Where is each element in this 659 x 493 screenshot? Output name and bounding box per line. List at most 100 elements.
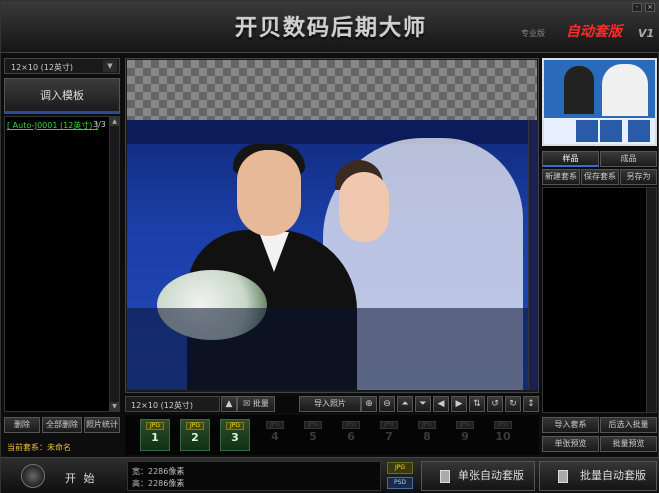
width-label: 宽：2286像素	[132, 467, 185, 476]
page-tile-5[interactable]: JPG 5	[298, 419, 328, 451]
psd-format-icon[interactable]: PSD	[387, 477, 413, 489]
page-number: 1	[151, 431, 159, 444]
list-item[interactable]: [ Auto-J0001 (12英寸) ]	[7, 120, 98, 131]
size-dropdown-value: 12×10 (12英寸)	[11, 63, 74, 72]
minimize-button[interactable]: -	[632, 3, 642, 12]
page-number: 5	[309, 430, 317, 443]
jpg-chip: JPG	[186, 422, 204, 430]
editing-canvas[interactable]	[125, 58, 539, 393]
page-tile-6[interactable]: JPG 6	[336, 419, 366, 451]
align-up-icon[interactable]: ⏶	[397, 396, 413, 412]
jpg-chip: JPG	[146, 422, 164, 430]
import-photo-button[interactable]: 导入照片	[299, 396, 361, 412]
new-set-button[interactable]: 新建套系	[542, 169, 580, 185]
wedding-photo[interactable]	[127, 120, 537, 390]
photo-stats-button[interactable]: 照片统计	[84, 417, 120, 433]
page-number: 9	[461, 430, 469, 443]
tab-finished[interactable]: 成品	[600, 151, 657, 167]
auto-layout-logo: 自动套版	[566, 24, 622, 40]
page-tile-2[interactable]: JPG 2	[180, 419, 210, 451]
rotate-right-icon[interactable]: ↻	[505, 396, 521, 412]
jpg-chip: JPG	[226, 422, 244, 430]
move-right-icon[interactable]: ▶	[451, 396, 467, 412]
photo-top-band	[127, 120, 537, 144]
page-tile-4[interactable]: JPG 4	[260, 419, 290, 451]
template-list: [ Auto-J0001 (12英寸) ] 3/3 ▲ ▼	[4, 116, 120, 412]
bottom-bar: 开 始 宽：2286像素 高：2286像素 JPG PSD 单张自动套版 批量自…	[1, 457, 659, 493]
list-item-count: 3/3	[93, 120, 106, 129]
app-window: 开贝数码后期大师 专业版 自动套版 V1 - × 12×10 (12英寸) ▼ …	[0, 0, 659, 493]
align-down-icon[interactable]: ⏷	[415, 396, 431, 412]
move-left-icon[interactable]: ◀	[433, 396, 449, 412]
up-arrow-icon[interactable]: ▲	[221, 396, 237, 412]
batch-auto-layout-button[interactable]: 批量自动套版	[539, 461, 657, 491]
page-tile-1[interactable]: JPG 1	[140, 419, 170, 451]
page-tile-3[interactable]: JPG 3	[220, 419, 250, 451]
page-tile-10[interactable]: JPG 10	[488, 419, 518, 451]
zoom-in-icon[interactable]: ⊕	[361, 396, 377, 412]
single-preview-button[interactable]: 单张预览	[542, 436, 599, 452]
page-tile-9[interactable]: JPG 9	[450, 419, 480, 451]
single-auto-layout-label: 单张自动套版	[458, 469, 524, 482]
page-number: 3	[231, 431, 239, 444]
reset-icon[interactable]: ↕	[523, 396, 539, 412]
current-set-label: 当前套系：未命名	[7, 443, 71, 452]
app-title: 开贝数码后期大师	[234, 15, 427, 41]
page-number: 2	[191, 431, 199, 444]
rotate-left-icon[interactable]: ↺	[487, 396, 503, 412]
page-number: 4	[271, 430, 279, 443]
jpg-chip: JPG	[342, 421, 360, 429]
start-icon[interactable]	[21, 464, 45, 488]
jpg-chip: JPG	[456, 421, 474, 429]
document-icon	[440, 470, 450, 483]
height-label: 高：2286像素	[132, 479, 185, 488]
set-list-scrollbar[interactable]	[646, 188, 656, 412]
delete-button[interactable]: 删除	[4, 417, 40, 433]
checkbox-icon: ☒	[243, 399, 251, 408]
photo-lower-shade	[127, 308, 537, 390]
single-auto-layout-button[interactable]: 单张自动套版	[421, 461, 535, 491]
jpg-chip: JPG	[494, 421, 512, 429]
output-dimensions: 宽：2286像素 高：2286像素	[127, 461, 381, 491]
tab-sample[interactable]: 样品	[542, 151, 599, 167]
jpg-format-icon[interactable]: JPG	[387, 462, 413, 474]
start-button-label[interactable]: 开 始	[65, 470, 97, 486]
zoom-out-icon[interactable]: ⊖	[379, 396, 395, 412]
canvas-size-field[interactable]: 12×10 (12英寸)	[125, 396, 220, 412]
scroll-up-icon[interactable]: ▲	[110, 117, 119, 126]
batch-preview-button[interactable]: 批量预览	[600, 436, 657, 452]
batch-import-button[interactable]: 后选入批量	[600, 417, 657, 433]
page-number: 7	[385, 430, 393, 443]
template-thumbnail[interactable]	[542, 58, 657, 146]
scroll-down-icon[interactable]: ▼	[110, 402, 119, 411]
delete-all-button[interactable]: 全部删除	[42, 417, 82, 433]
import-set-button[interactable]: 导入套系	[542, 417, 599, 433]
page-tile-7[interactable]: JPG 7	[374, 419, 404, 451]
canvas-scrollbar[interactable]	[528, 120, 538, 390]
page-number: 8	[423, 430, 431, 443]
groom-face	[237, 150, 301, 236]
jpg-chip: JPG	[418, 421, 436, 429]
list-scrollbar[interactable]: ▲ ▼	[109, 117, 119, 411]
page-number: 6	[347, 430, 355, 443]
edition-label: 专业版	[521, 29, 545, 38]
document-icon	[558, 470, 568, 483]
set-list	[542, 187, 657, 413]
size-dropdown[interactable]: 12×10 (12英寸) ▼	[4, 58, 120, 74]
version-label: V1	[638, 27, 655, 40]
page-tile-8[interactable]: JPG 8	[412, 419, 442, 451]
thumb-groom	[564, 66, 594, 114]
flip-icon[interactable]: ⇅	[469, 396, 485, 412]
chevron-down-icon[interactable]: ▼	[103, 60, 117, 72]
thumb-bride	[602, 64, 648, 116]
bride-face	[339, 172, 389, 242]
close-button[interactable]: ×	[645, 3, 655, 12]
jpg-chip: JPG	[380, 421, 398, 429]
thumb-cell	[600, 120, 622, 142]
title-bar: 开贝数码后期大师 专业版 自动套版 V1 - ×	[1, 1, 659, 53]
import-template-button[interactable]: 调入模板	[4, 78, 120, 114]
save-set-button[interactable]: 保存套系	[581, 169, 619, 185]
save-as-button[interactable]: 另存为	[620, 169, 657, 185]
batch-checkbox[interactable]: ☒ 批量	[237, 396, 275, 412]
transparent-area	[127, 60, 537, 120]
